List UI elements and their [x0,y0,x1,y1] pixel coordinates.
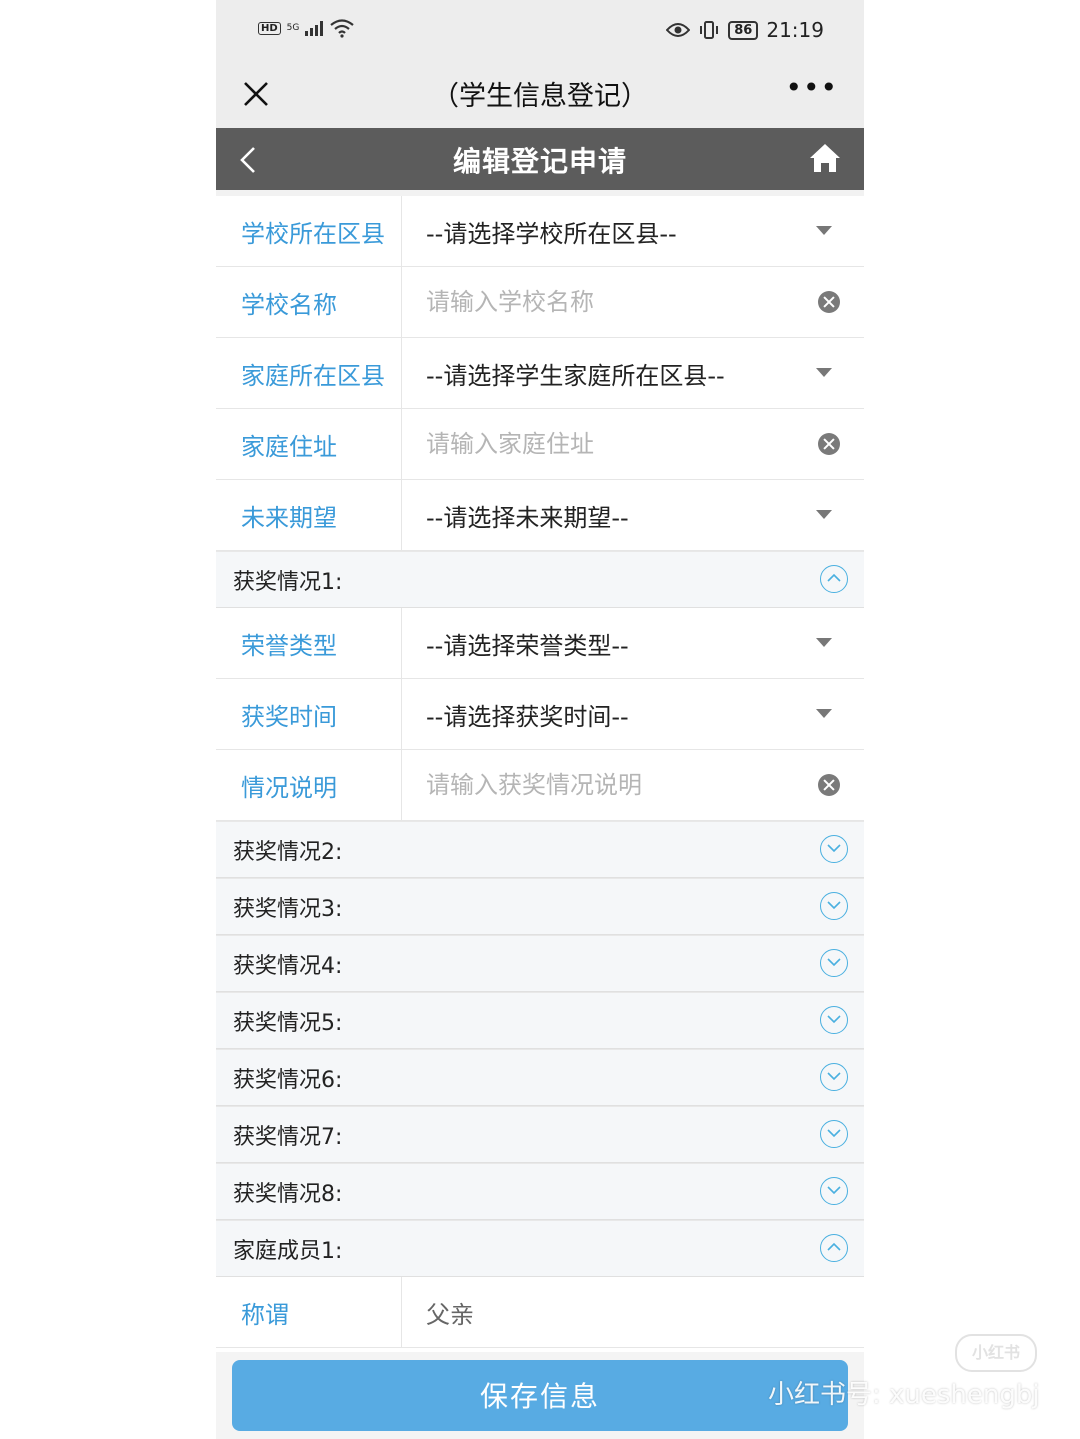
home-icon[interactable] [808,140,842,176]
network-type: 5G [286,23,300,33]
clock: 21:19 [766,18,824,42]
home-address-row: 家庭住址 [216,409,864,480]
award-1-section-header[interactable]: 获奖情况1: [216,551,864,608]
award-time-row[interactable]: 获奖时间 --请选择获奖时间-- [216,679,864,750]
more-menu-icon[interactable]: ••• [785,74,838,102]
clear-icon[interactable] [818,291,840,313]
chevron-down-icon[interactable] [820,949,848,977]
section-title: 获奖情况3: [233,896,343,922]
award-6-section-header[interactable]: 获奖情况6: [216,1049,864,1106]
description-row: 情况说明 [216,750,864,821]
school-district-row[interactable]: 学校所在区县 --请选择学校所在区县-- [216,196,864,267]
honor-type-label: 荣誉类型 [216,608,402,678]
award-4-section-header[interactable]: 获奖情况4: [216,935,864,992]
home-address-field [402,409,864,479]
status-bar: HD 5G 86 21:19 [216,0,864,62]
vibrate-icon [700,21,719,39]
section-title: 获奖情况6: [233,1067,343,1093]
award-time-select[interactable]: --请选择获奖时间-- [402,679,864,749]
battery-icon: 86 [728,20,759,40]
save-bar: 保存信息 [216,1352,864,1439]
dropdown-arrow-icon [816,638,832,647]
eye-icon [666,23,691,37]
home-address-label: 家庭住址 [216,409,402,479]
award-8-section-header[interactable]: 获奖情况8: [216,1163,864,1220]
future-hope-value: --请选择未来期望-- [426,503,629,532]
status-right: 86 21:19 [666,18,824,42]
status-left: HD 5G [258,18,355,38]
clear-icon[interactable] [818,774,840,796]
page-title: （学生信息登记） [432,81,648,112]
watermark-text: 小红书号: xueshengbj [768,1380,1040,1410]
relation-value: 父亲 [426,1300,474,1329]
hd-badge: HD [258,21,281,35]
description-input[interactable] [426,771,786,799]
watermark-logo: 小红书 [955,1334,1037,1372]
phone-screen: HD 5G 86 21:19 （学生信息登记） ••• 编辑登记申请 学校所在区… [216,0,864,1439]
future-hope-label: 未来期望 [216,480,402,550]
home-district-row[interactable]: 家庭所在区县 --请选择学生家庭所在区县-- [216,338,864,409]
award-5-section-header[interactable]: 获奖情况5: [216,992,864,1049]
dropdown-arrow-icon [816,510,832,519]
chevron-down-icon[interactable] [820,1120,848,1148]
award-time-label: 获奖时间 [216,679,402,749]
school-name-label: 学校名称 [216,267,402,337]
chevron-up-icon[interactable] [820,1234,848,1262]
relation-row: 称谓 父亲 [216,1277,864,1348]
section-title: 获奖情况7: [233,1124,343,1150]
award-7-section-header[interactable]: 获奖情况7: [216,1106,864,1163]
family-1-section-header[interactable]: 家庭成员1: [216,1220,864,1277]
relation-label: 称谓 [216,1277,402,1347]
school-name-row: 学校名称 [216,267,864,338]
description-field [402,750,864,820]
chevron-down-icon[interactable] [820,1063,848,1091]
school-name-input[interactable] [426,288,786,316]
school-district-label: 学校所在区县 [216,196,402,266]
section-title: 获奖情况2: [233,839,343,865]
wifi-icon [330,19,355,38]
header-title: 编辑登记申请 [452,145,627,178]
home-district-label: 家庭所在区县 [216,338,402,408]
section-title: 家庭成员1: [233,1238,343,1264]
future-hope-row[interactable]: 未来期望 --请选择未来期望-- [216,480,864,551]
chevron-down-icon[interactable] [820,1177,848,1205]
section-title: 获奖情况1: [233,569,343,595]
section-title: 获奖情况8: [233,1181,343,1207]
signal-icon [305,20,324,36]
school-name-field [402,267,864,337]
school-district-select[interactable]: --请选择学校所在区县-- [402,196,864,266]
home-district-select[interactable]: --请选择学生家庭所在区县-- [402,338,864,408]
honor-type-value: --请选择荣誉类型-- [426,631,629,660]
dropdown-arrow-icon [816,368,832,377]
future-hope-select[interactable]: --请选择未来期望-- [402,480,864,550]
chevron-up-icon[interactable] [820,565,848,593]
home-address-input[interactable] [426,430,786,458]
section-title: 获奖情况4: [233,953,343,979]
home-district-value: --请选择学生家庭所在区县-- [426,361,725,390]
chevron-down-icon[interactable] [820,1006,848,1034]
honor-type-row[interactable]: 荣誉类型 --请选择荣誉类型-- [216,608,864,679]
clear-icon[interactable] [818,433,840,455]
award-3-section-header[interactable]: 获奖情况3: [216,878,864,935]
chevron-down-icon[interactable] [820,892,848,920]
section-title: 获奖情况5: [233,1010,343,1036]
chevron-down-icon[interactable] [820,835,848,863]
registration-form: 学校所在区县 --请选择学校所在区县-- 学校名称 家庭所在区县 --请选择学生… [216,196,864,1348]
app-header: 编辑登记申请 [216,128,864,190]
wechat-title-bar: （学生信息登记） ••• [216,62,864,128]
honor-type-select[interactable]: --请选择荣誉类型-- [402,608,864,678]
school-district-value: --请选择学校所在区县-- [426,219,677,248]
relation-field[interactable]: 父亲 [402,1277,864,1347]
dropdown-arrow-icon [816,226,832,235]
dropdown-arrow-icon [816,709,832,718]
description-label: 情况说明 [216,750,402,820]
award-time-value: --请选择获奖时间-- [426,702,629,731]
save-button[interactable]: 保存信息 [232,1360,848,1431]
award-2-section-header[interactable]: 获奖情况2: [216,821,864,878]
